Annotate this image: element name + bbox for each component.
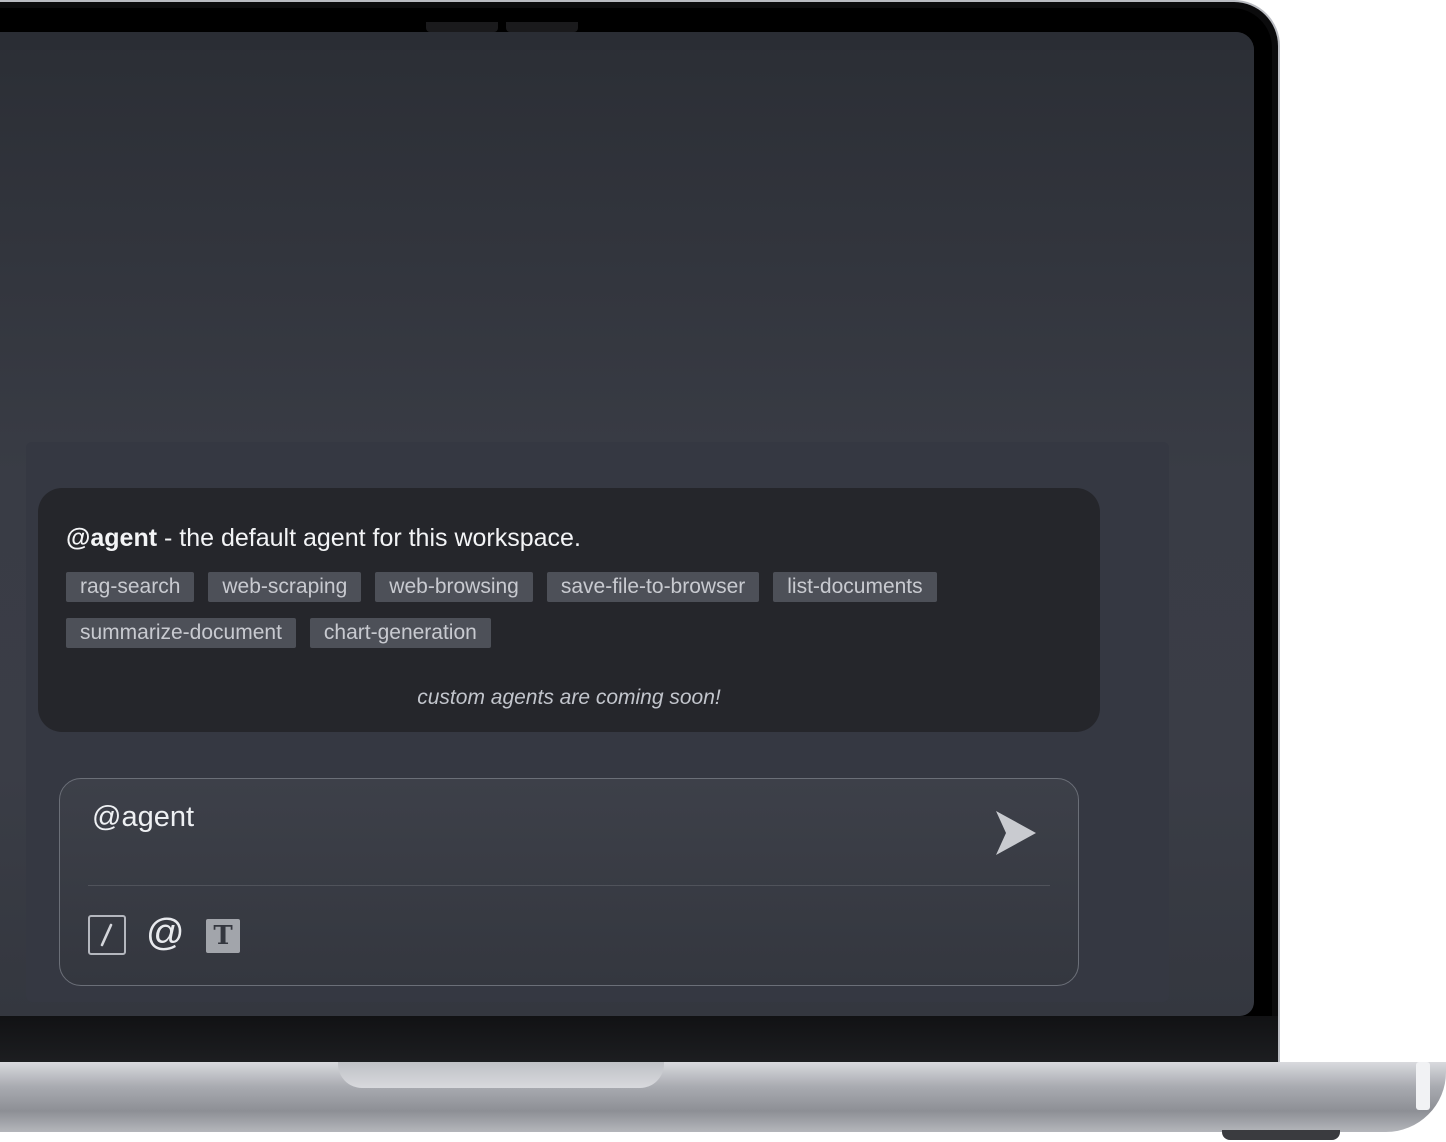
camera-notch-right bbox=[506, 22, 578, 32]
at-mention-icon[interactable]: @ bbox=[146, 913, 185, 953]
slash-command-button[interactable] bbox=[88, 915, 126, 955]
agent-heading: @agent - the default agent for this work… bbox=[66, 524, 581, 553]
laptop-foot bbox=[1222, 1130, 1340, 1140]
send-arrow-icon bbox=[996, 811, 1036, 855]
screen-top-bar bbox=[0, 32, 1254, 50]
app-screen: @agent - the default agent for this work… bbox=[0, 32, 1254, 1016]
skill-chip-save-file-to-browser: save-file-to-browser bbox=[546, 572, 760, 602]
skill-chip-web-browsing: web-browsing bbox=[375, 572, 533, 602]
agent-name: @agent bbox=[66, 524, 158, 552]
skill-chip-list-documents: list-documents bbox=[773, 572, 937, 602]
prompt-input-box[interactable]: @agent @ T bbox=[59, 778, 1079, 986]
laptop-base-edge bbox=[1416, 1062, 1430, 1110]
skill-chip-summarize-document: summarize-document bbox=[66, 618, 296, 648]
coming-soon-note: custom agents are coming soon! bbox=[417, 686, 721, 709]
skill-chip-chart-generation: chart-generation bbox=[309, 618, 491, 648]
prompt-input[interactable]: @agent bbox=[92, 801, 194, 834]
laptop-bottom-bezel bbox=[0, 1016, 1278, 1064]
agent-info-card[interactable]: @agent - the default agent for this work… bbox=[38, 488, 1100, 732]
skill-chip-row: summarize-document chart-generation bbox=[66, 618, 491, 648]
text-size-icon[interactable]: T bbox=[206, 919, 240, 953]
skill-chip-web-scraping: web-scraping bbox=[208, 572, 362, 602]
skill-chip-row: rag-search web-scraping web-browsing sav… bbox=[66, 572, 937, 602]
laptop-base bbox=[0, 1062, 1446, 1132]
laptop-hinge bbox=[338, 1062, 664, 1088]
agent-description: - the default agent for this workspace. bbox=[157, 524, 581, 552]
send-button[interactable] bbox=[992, 807, 1040, 859]
skill-chip-rag-search: rag-search bbox=[66, 572, 195, 602]
slash-command-icon bbox=[100, 923, 113, 947]
input-divider bbox=[88, 885, 1050, 886]
camera-notch-left bbox=[426, 22, 498, 32]
